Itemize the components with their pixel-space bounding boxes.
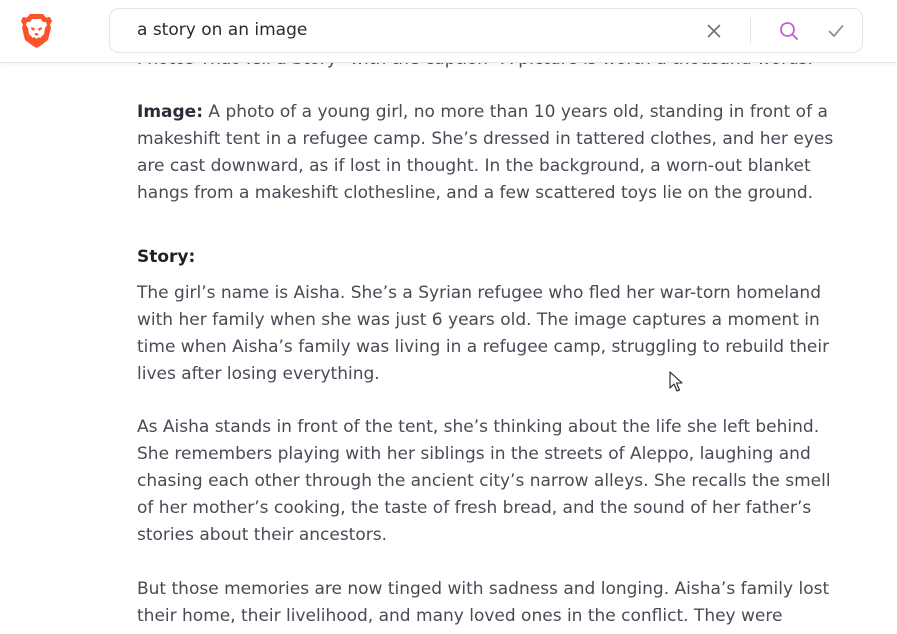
check-icon[interactable] (824, 19, 848, 43)
brave-logo-icon[interactable] (20, 13, 53, 49)
image-text: A photo of a young girl, no more than 10… (137, 102, 834, 203)
image-description: Image: A photo of a young girl, no more … (137, 99, 837, 207)
story-paragraph-3: But those memories are now tinged with s… (137, 579, 830, 634)
mouse-cursor-icon (669, 371, 683, 393)
close-icon[interactable] (702, 19, 726, 43)
top-bar (0, 0, 897, 63)
search-divider (750, 18, 751, 44)
story-heading: Story: (137, 247, 196, 267)
search-input[interactable] (137, 9, 677, 52)
image-label: Image: (137, 102, 204, 122)
story-paragraph-2: As Aisha stands in front of the tent, sh… (137, 417, 831, 545)
search-icon[interactable] (777, 19, 801, 43)
search-bar (109, 8, 863, 53)
story-paragraph-1: The girl’s name is Aisha. She’s a Syrian… (137, 283, 830, 384)
